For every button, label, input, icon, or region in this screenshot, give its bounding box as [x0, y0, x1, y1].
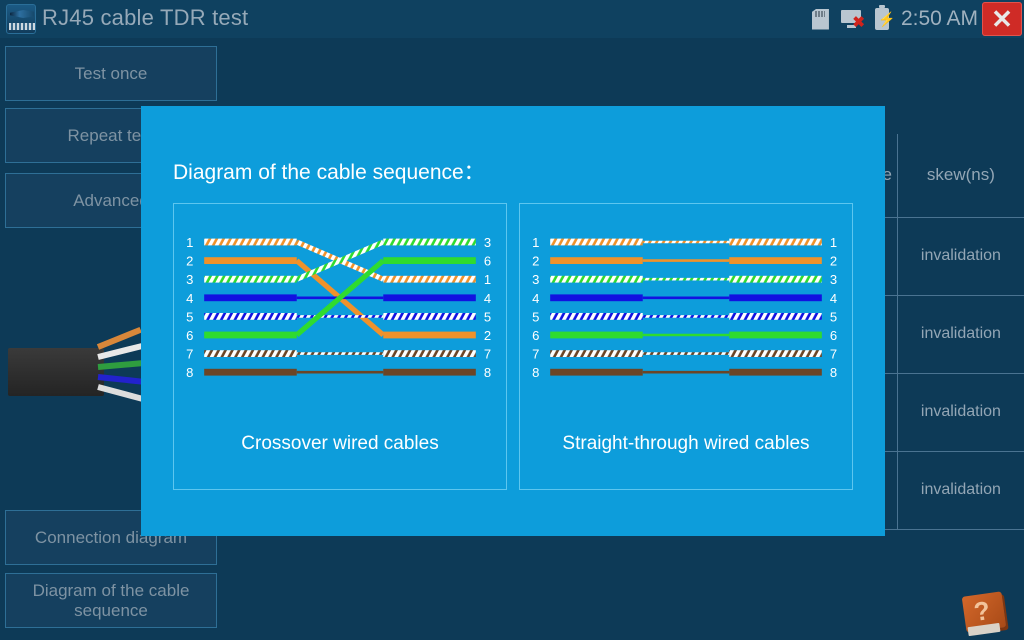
svg-text:1: 1 — [186, 235, 193, 250]
close-button[interactable]: ✕ — [982, 2, 1022, 36]
sidebar-button-label: Test once — [74, 63, 148, 83]
page-title: RJ45 cable TDR test — [42, 5, 249, 30]
title-bar: RJ45 cable TDR test ✖ ⚡ 2:50 AM ✕ — [0, 0, 1024, 38]
svg-text:3: 3 — [830, 272, 837, 287]
status-bar: ✖ ⚡ 2:50 AM — [811, 0, 978, 38]
diagram-panels: 1122334455667788 Crossover wired cables … — [173, 203, 853, 490]
quality-legend: Good quality cablePoor quality cableWate… — [0, 558, 1024, 640]
svg-text:5: 5 — [484, 309, 491, 324]
table-row: invalidation — [897, 218, 1024, 296]
svg-text:4: 4 — [532, 291, 539, 306]
svg-text:2: 2 — [484, 328, 491, 343]
results-table: ce skew(ns) invalidation invalidation in… — [872, 134, 1024, 530]
svg-text:2: 2 — [830, 254, 837, 269]
cable-sequence-dialog: Diagram of the cable sequence： 1 1 2 2 3 3 4 4 5… — [141, 106, 885, 536]
column-header-skew: skew(ns) — [897, 134, 1024, 218]
charging-bolt-icon: ⚡ — [877, 11, 896, 27]
svg-text:5: 5 — [186, 309, 193, 324]
sidebar-button-0[interactable]: Test once — [5, 46, 217, 101]
svg-text:7: 7 — [186, 347, 193, 362]
utp-cable-photo — [8, 326, 145, 402]
svg-text:7: 7 — [532, 347, 539, 362]
svg-text:3: 3 — [484, 235, 491, 250]
panel-caption-straight: Straight-through wired cables — [562, 433, 810, 454]
table-row: invalidation — [897, 296, 1024, 374]
sd-card-icon — [811, 8, 829, 30]
svg-text:2: 2 — [186, 254, 193, 269]
svg-text:1: 1 — [484, 272, 491, 287]
rj45-tdr-test-screen: RJ45 cable TDR test ✖ ⚡ 2:50 AM ✕ Test o… — [0, 0, 1024, 640]
network-disconnected-icon: ✖ — [840, 10, 865, 31]
sidebar-button-label: Advanced — [73, 190, 149, 210]
svg-text:8: 8 — [186, 365, 193, 380]
svg-text:7: 7 — [484, 347, 491, 362]
svg-text:6: 6 — [830, 328, 837, 343]
panel-crossover: 1 1 2 2 3 3 4 4 5 5 6 6 7 7 8 8 Crossover wired cables — [173, 203, 507, 490]
crossover-wiring-diagram: 1 1 2 2 3 3 4 4 5 5 6 6 7 7 8 8 — [174, 232, 506, 392]
svg-text:8: 8 — [830, 365, 837, 380]
svg-text:7: 7 — [830, 347, 837, 362]
clock-text: 2:50 AM — [900, 7, 978, 30]
table-row: invalidation — [897, 452, 1024, 530]
network-x-mark: ✖ — [852, 14, 865, 31]
svg-text:6: 6 — [532, 328, 539, 343]
svg-text:3: 3 — [186, 272, 193, 287]
svg-text:5: 5 — [830, 309, 837, 324]
panel-caption-crossover: Crossover wired cables — [241, 433, 439, 454]
svg-text:4: 4 — [186, 291, 193, 306]
svg-text:6: 6 — [484, 254, 491, 269]
straight-wiring-diagram: 1 1 2 2 3 3 4 4 5 5 6 6 7 7 8 8 — [520, 232, 852, 392]
svg-text:4: 4 — [830, 291, 837, 306]
svg-text:3: 3 — [532, 272, 539, 287]
battery-charging-icon: ⚡ — [874, 5, 895, 30]
svg-text:2: 2 — [532, 254, 539, 269]
help-book-icon[interactable]: ? — [958, 590, 1016, 638]
table-row: invalidation — [897, 374, 1024, 452]
rj45-crimp-tool-icon — [6, 4, 36, 34]
svg-text:1: 1 — [830, 235, 837, 250]
panel-straight: 1 1 2 2 3 3 4 4 5 5 6 6 7 7 8 8 Straight-through wired … — [519, 203, 853, 490]
svg-text:4: 4 — [484, 291, 491, 306]
cable-pairs — [96, 326, 145, 402]
svg-text:5: 5 — [532, 309, 539, 324]
table-column-skew: skew(ns) invalidation invalidation inval… — [896, 134, 1024, 530]
svg-text:8: 8 — [484, 365, 491, 380]
svg-text:8: 8 — [532, 365, 539, 380]
svg-text:6: 6 — [186, 328, 193, 343]
dialog-title: Diagram of the cable sequence： — [173, 161, 485, 184]
svg-text:1: 1 — [532, 235, 539, 250]
